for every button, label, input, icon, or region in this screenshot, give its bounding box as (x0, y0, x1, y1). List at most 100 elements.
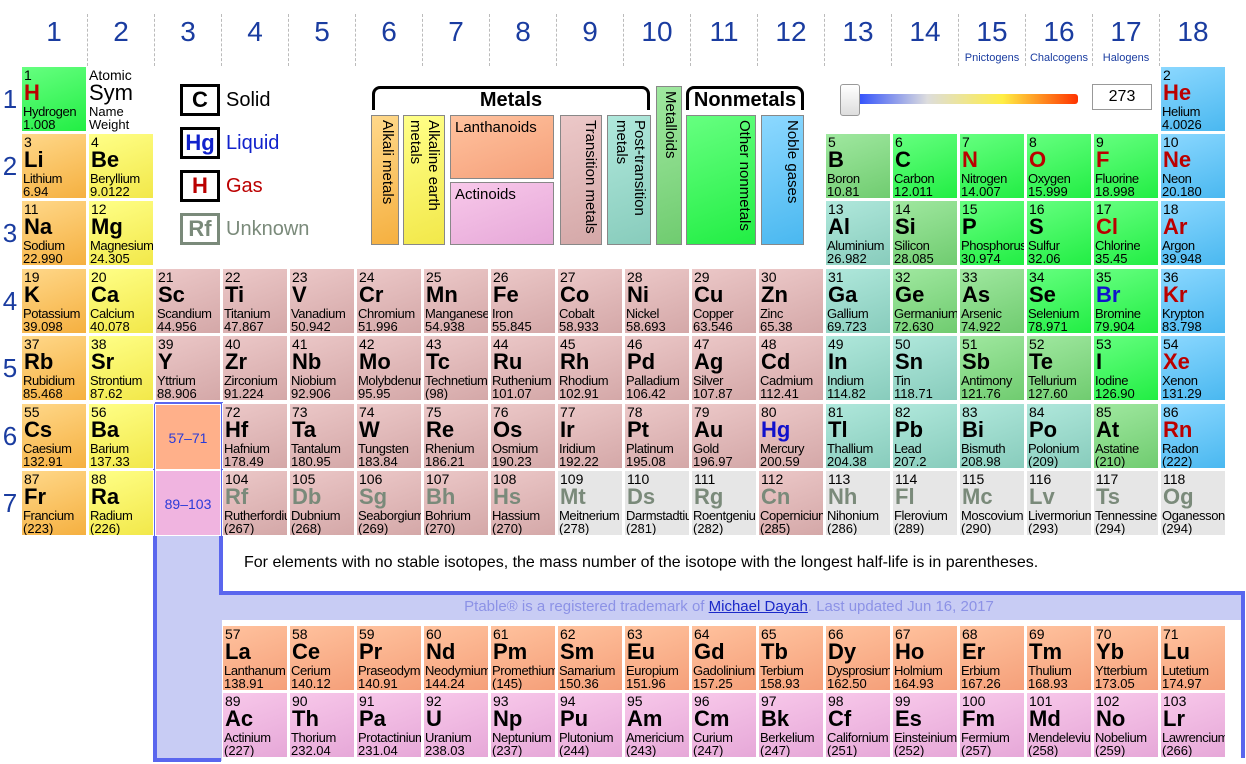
element-meitnerium[interactable]: 109 Mt Meitnerium (278) (557, 470, 623, 536)
period-label-7[interactable]: 7 (0, 488, 20, 519)
state-key-solid[interactable]: C (180, 84, 220, 116)
element-aluminium[interactable]: 13 Al Aluminium 26.982 (825, 200, 891, 266)
element-gallium[interactable]: 31 Ga Gallium 69.723 (825, 268, 891, 334)
element-uranium[interactable]: 92 U Uranium 238.03 (423, 692, 489, 758)
element-roentgenium[interactable]: 111RgRoentgenium(282) (691, 470, 757, 536)
element-fluorine[interactable]: 9 F Fluorine 18.998 (1093, 133, 1159, 199)
element-iridium[interactable]: 77 Ir Iridium 192.22 (557, 403, 623, 469)
group-header-14[interactable]: 14 (892, 14, 958, 50)
element-neon[interactable]: 10 Ne Neon 20.180 (1160, 133, 1226, 199)
element-scandium[interactable]: 21 Sc Scandium 44.956 (155, 268, 221, 334)
element-yttrium[interactable]: 39 Y Yttrium 88.906 (155, 335, 221, 401)
element-bismuth[interactable]: 83 Bi Bismuth 208.98 (959, 403, 1025, 469)
state-key-unknown[interactable]: Rf (180, 213, 220, 245)
element-hassium[interactable]: 108 Hs Hassium (270) (490, 470, 556, 536)
element-rhenium[interactable]: 75 Re Rhenium 186.21 (423, 403, 489, 469)
element-manganese[interactable]: 25 Mn Manganese 54.938 (423, 268, 489, 334)
element-tungsten[interactable]: 74 W Tungsten 183.84 (356, 403, 422, 469)
nonmetals-header[interactable]: Nonmetals (686, 86, 804, 111)
group-name-16[interactable]: Chalcogens (1026, 52, 1092, 64)
element-mendelevium[interactable]: 101MdMendelevium(258) (1026, 692, 1092, 758)
element-nihonium[interactable]: 113 Nh Nihonium (286) (825, 470, 891, 536)
element-praseodymium[interactable]: 59PrPraseodymium140.91 (356, 625, 422, 691)
element-livermorium[interactable]: 116 Lv Livermorium (293) (1026, 470, 1092, 536)
element-selenium[interactable]: 34 Se Selenium 78.971 (1026, 268, 1092, 334)
element-lutetium[interactable]: 71 Lu Lutetium 174.97 (1160, 625, 1226, 691)
element-nobelium[interactable]: 102 No Nobelium (259) (1093, 692, 1159, 758)
group-header-2[interactable]: 2 (88, 14, 154, 50)
element-californium[interactable]: 98 Cf Californium (251) (825, 692, 891, 758)
element-antimony[interactable]: 51 Sb Antimony 121.76 (959, 335, 1025, 401)
element-platinum[interactable]: 78 Pt Platinum 195.08 (624, 403, 690, 469)
temperature-input[interactable]: 273 (1092, 84, 1152, 110)
element-neptunium[interactable]: 93 Np Neptunium (237) (490, 692, 556, 758)
element-neodymium[interactable]: 60 Nd Neodymium 144.24 (423, 625, 489, 691)
group-header-16[interactable]: 16 (1026, 14, 1092, 50)
element-holmium[interactable]: 67 Ho Holmium 164.93 (892, 625, 958, 691)
element-actinium[interactable]: 89 Ac Actinium (227) (222, 692, 288, 758)
element-silicon[interactable]: 14 Si Silicon 28.085 (892, 200, 958, 266)
group-name-17[interactable]: Halogens (1093, 52, 1159, 64)
element-hafnium[interactable]: 72 Hf Hafnium 178.49 (222, 403, 288, 469)
element-gadolinium[interactable]: 64 Gd Gadolinium 157.25 (691, 625, 757, 691)
element-palladium[interactable]: 46 Pd Palladium 106.42 (624, 335, 690, 401)
element-caesium[interactable]: 55 Cs Caesium 132.91 (21, 403, 87, 469)
category-metalloids[interactable]: Metalloids (656, 86, 682, 245)
period-label-4[interactable]: 4 (0, 286, 20, 317)
element-vanadium[interactable]: 23 V Vanadium 50.942 (289, 268, 355, 334)
period-label-3[interactable]: 3 (0, 218, 20, 249)
element-iodine[interactable]: 53 I Iodine 126.90 (1093, 335, 1159, 401)
group-header-17[interactable]: 17 (1093, 14, 1159, 50)
element-gold[interactable]: 79 Au Gold 196.97 (691, 403, 757, 469)
element-argon[interactable]: 18 Ar Argon 39.948 (1160, 200, 1226, 266)
element-astatine[interactable]: 85 At Astatine (210) (1093, 403, 1159, 469)
element-xenon[interactable]: 54 Xe Xenon 131.29 (1160, 335, 1226, 401)
element-tantalum[interactable]: 73 Ta Tantalum 180.95 (289, 403, 355, 469)
element-oxygen[interactable]: 8 O Oxygen 15.999 (1026, 133, 1092, 199)
group-name-15[interactable]: Pnictogens (959, 52, 1025, 64)
element-phosphorus[interactable]: 15 P Phosphorus 30.974 (959, 200, 1025, 266)
element-silver[interactable]: 47 Ag Silver 107.87 (691, 335, 757, 401)
element-magnesium[interactable]: 12 Mg Magnesium 24.305 (88, 200, 154, 266)
element-terbium[interactable]: 65 Tb Terbium 158.93 (758, 625, 824, 691)
state-key-gas[interactable]: H (180, 170, 220, 202)
element-copernicium[interactable]: 112 Cn Copernicium (285) (758, 470, 824, 536)
category-lanthanoids[interactable]: Lanthanoids (450, 115, 554, 179)
element-bohrium[interactable]: 107 Bh Bohrium (270) (423, 470, 489, 536)
element-carbon[interactable]: 6 C Carbon 12.011 (892, 133, 958, 199)
element-darmstadtium[interactable]: 110DsDarmstadtium(281) (624, 470, 690, 536)
group-header-10[interactable]: 10 (624, 14, 690, 50)
group-header-18[interactable]: 18 (1160, 14, 1226, 50)
element-germanium[interactable]: 32 Ge Germanium 72.630 (892, 268, 958, 334)
category-transition-metals[interactable]: Transition metals (560, 115, 602, 245)
element-sodium[interactable]: 11 Na Sodium 22.990 (21, 200, 87, 266)
period-label-1[interactable]: 1 (0, 84, 20, 115)
element-cadmium[interactable]: 48 Cd Cadmium 112.41 (758, 335, 824, 401)
element-iron[interactable]: 26 Fe Iron 55.845 (490, 268, 556, 334)
element-ytterbium[interactable]: 70 Yb Ytterbium 173.05 (1093, 625, 1159, 691)
element-polonium[interactable]: 84 Po Polonium (209) (1026, 403, 1092, 469)
element-seaborgium[interactable]: 106 Sg Seaborgium (269) (356, 470, 422, 536)
group-header-1[interactable]: 1 (21, 14, 87, 50)
element-thulium[interactable]: 69 Tm Thulium 168.93 (1026, 625, 1092, 691)
element-einsteinium[interactable]: 99 Es Einsteinium (252) (892, 692, 958, 758)
actinoids-placeholder[interactable]: 89–103 (155, 470, 221, 536)
element-oganesson[interactable]: 118 Og Oganesson (294) (1160, 470, 1226, 536)
element-dysprosium[interactable]: 66 Dy Dysprosium 162.50 (825, 625, 891, 691)
element-berkelium[interactable]: 97 Bk Berkelium (247) (758, 692, 824, 758)
category-other-nonmetals[interactable]: Other nonmetals (686, 115, 756, 245)
element-zirconium[interactable]: 40 Zr Zirconium 91.224 (222, 335, 288, 401)
group-header-3[interactable]: 3 (155, 14, 221, 50)
element-lanthanum[interactable]: 57 La Lanthanum 138.91 (222, 625, 288, 691)
temperature-slider-track[interactable] (852, 94, 1078, 104)
element-titanium[interactable]: 22 Ti Titanium 47.867 (222, 268, 288, 334)
element-zinc[interactable]: 30 Zn Zinc 65.38 (758, 268, 824, 334)
category-actinoids[interactable]: Actinoids (450, 182, 554, 245)
element-tennessine[interactable]: 117 Ts Tennessine (294) (1093, 470, 1159, 536)
element-helium[interactable]: 2 He Helium 4.0026 (1160, 66, 1226, 132)
element-radium[interactable]: 88 Ra Radium (226) (88, 470, 154, 536)
element-beryllium[interactable]: 4 Be Beryllium 9.0122 (88, 133, 154, 199)
element-hydrogen[interactable]: 1 H Hydrogen 1.008 (21, 66, 87, 132)
element-dubnium[interactable]: 105 Db Dubnium (268) (289, 470, 355, 536)
category-post-transition-metals[interactable]: Post-transition metals (607, 115, 651, 245)
